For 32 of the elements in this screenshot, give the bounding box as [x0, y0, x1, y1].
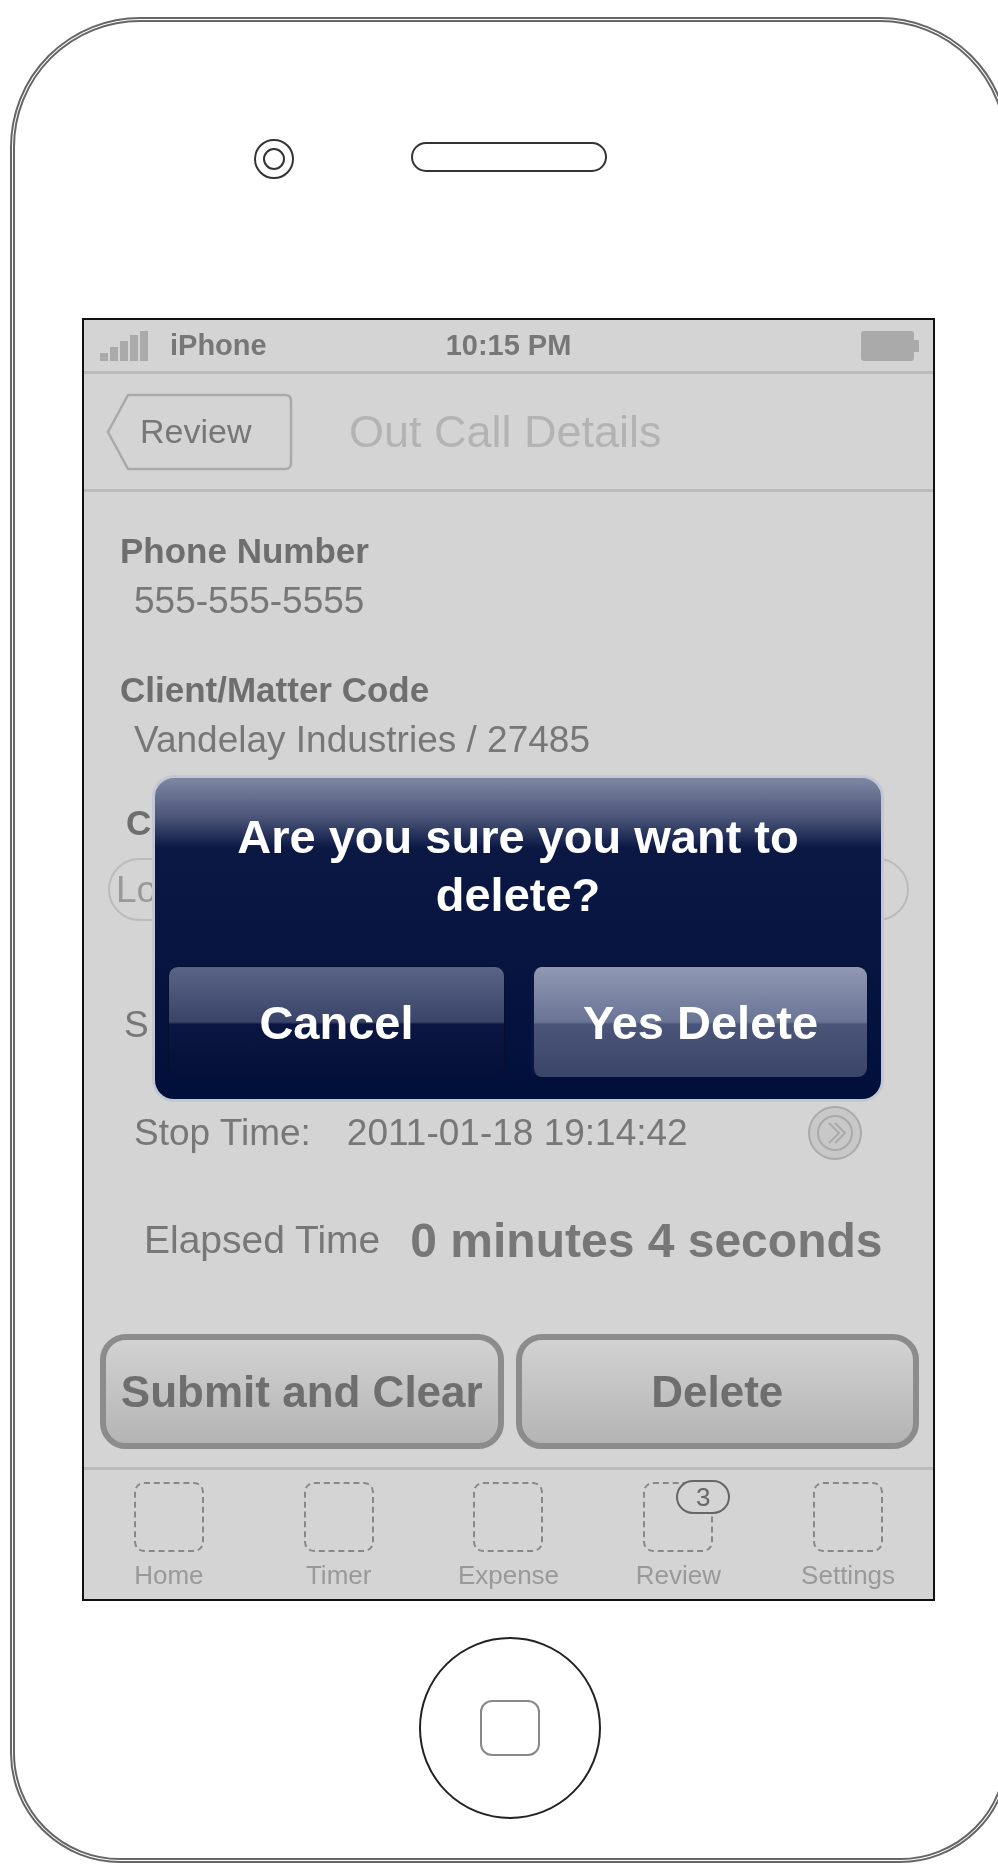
- tab-placeholder-icon: [303, 1482, 374, 1552]
- tab-item[interactable]: Home: [84, 1470, 254, 1599]
- signal-icon: [100, 330, 150, 361]
- tab-item[interactable]: Expense: [423, 1470, 594, 1599]
- tab-item[interactable]: Timer: [253, 1470, 424, 1599]
- field-label: Client/Matter Code: [120, 669, 431, 711]
- elapsed-time-value: 0 minutes 4 seconds: [410, 1212, 883, 1268]
- field-value: Vandelay Industries / 27485: [134, 718, 591, 762]
- alert-message: Are you sure you want to delete?: [236, 809, 800, 923]
- camera-icon: [254, 139, 294, 179]
- battery-icon: [861, 330, 919, 361]
- tab-placeholder-icon: [813, 1482, 884, 1552]
- carrier-name: iPhone: [170, 329, 267, 362]
- status-time: 10:15 PM: [444, 329, 573, 362]
- field-label: C: [126, 802, 152, 844]
- home-button[interactable]: [419, 1637, 601, 1819]
- delete-button[interactable]: Delete: [515, 1334, 919, 1449]
- stop-time-label: Stop Time:: [134, 1112, 311, 1154]
- field-value: 555-555-5555: [134, 579, 366, 623]
- confirm-delete-button[interactable]: Yes Delete: [531, 966, 868, 1078]
- tab-item[interactable]: Settings: [763, 1470, 933, 1599]
- submit-button[interactable]: Submit and Clear: [100, 1334, 504, 1449]
- tab-placeholder-icon: [473, 1482, 544, 1552]
- tab-placeholder-icon: [133, 1482, 204, 1552]
- cancel-button[interactable]: Cancel: [168, 966, 505, 1078]
- tab-item[interactable]: Review 3: [593, 1470, 764, 1599]
- back-button[interactable]: Review: [106, 392, 293, 471]
- field-label: Phone Number: [120, 530, 370, 572]
- field-label: S: [124, 1003, 149, 1047]
- stop-time-value: 2011-01-18 19:14:42: [346, 1112, 688, 1154]
- elapsed-time-label: Elapsed Time: [144, 1218, 381, 1262]
- count-badge: 3: [676, 1480, 731, 1514]
